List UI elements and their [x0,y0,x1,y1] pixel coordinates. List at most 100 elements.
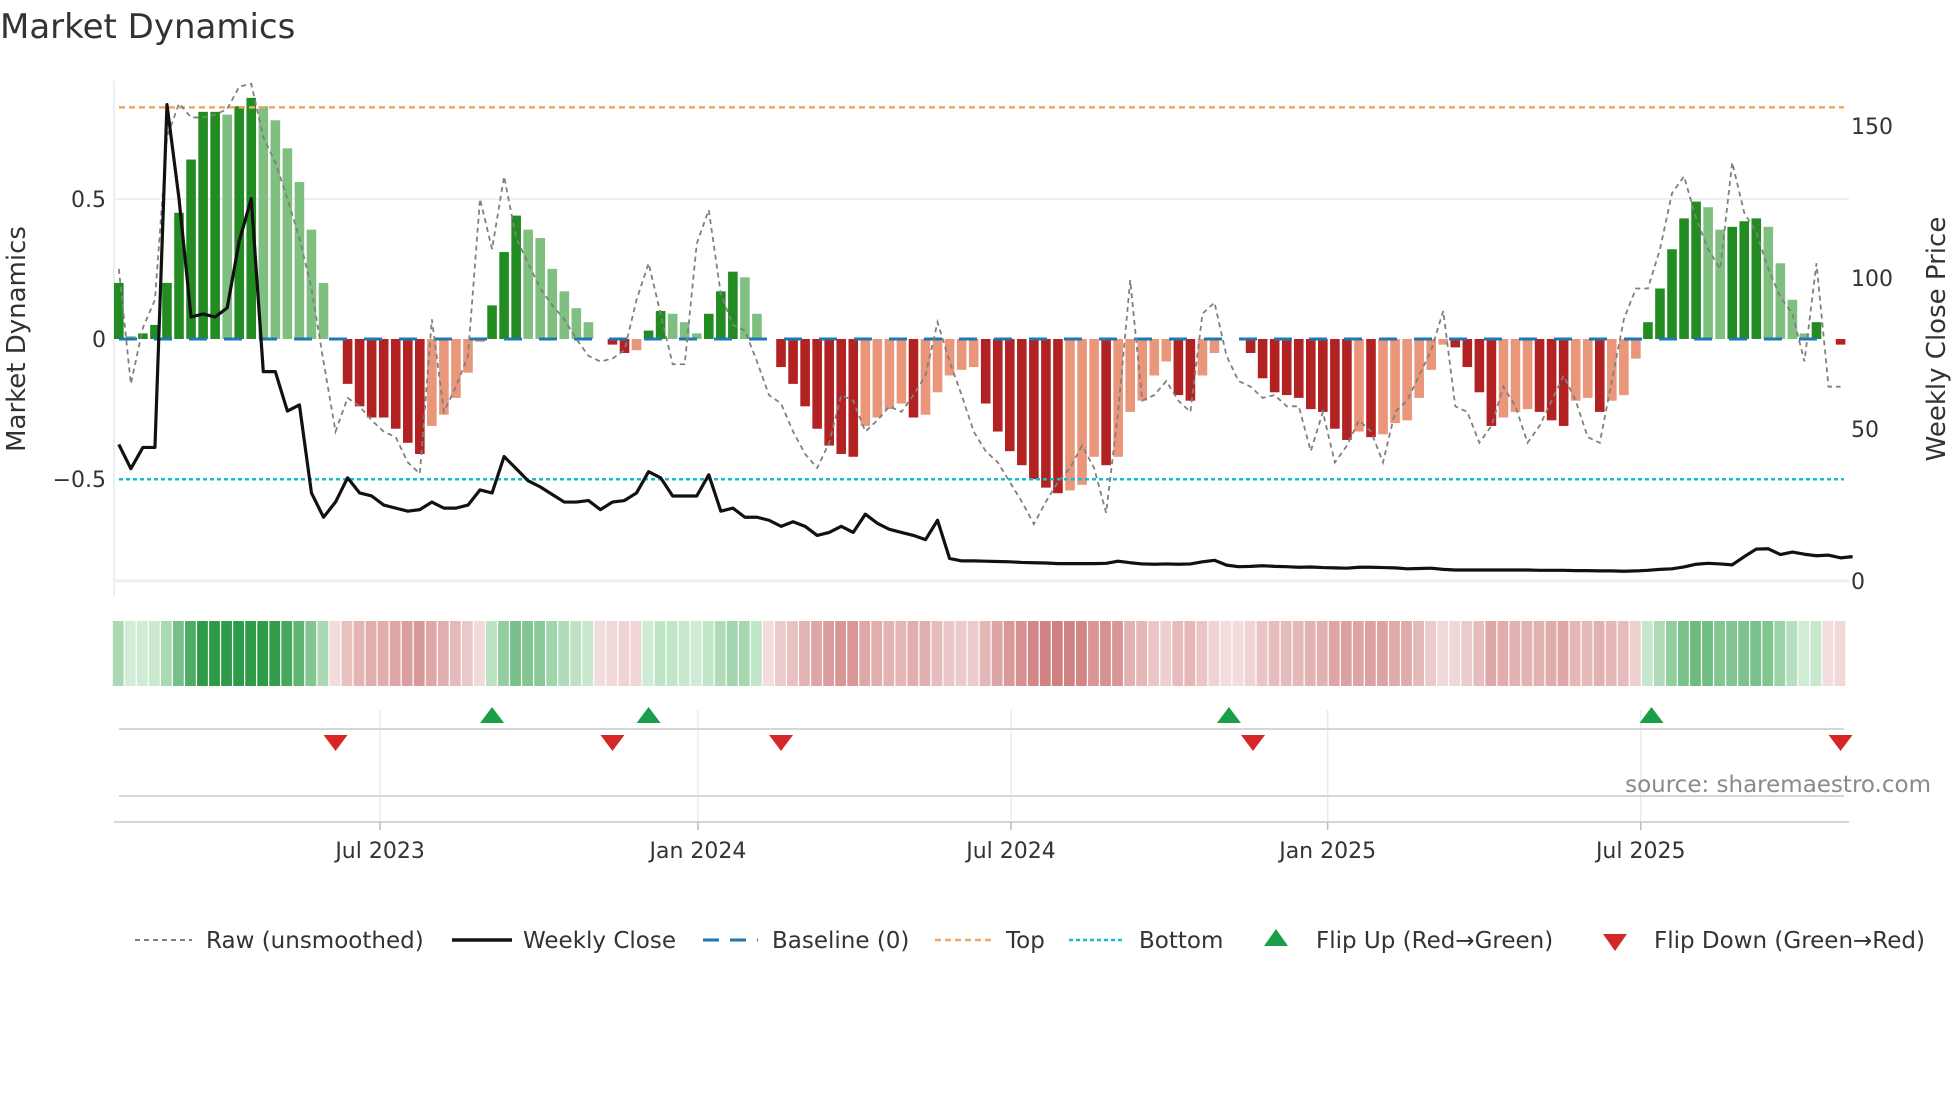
heatmap-cell [702,621,714,686]
heatmap-cell [1690,621,1701,686]
source-label: source: sharemaestro.com [1625,772,1931,798]
heatmap-cell [498,621,509,686]
heatmap-cell [630,621,642,686]
left-axis-ticks: 0.5 0 −0.5 [53,188,106,493]
y2-axis-label: Weekly Close Price [1922,217,1952,462]
heatmap-cell [690,621,702,686]
y2tick-label: 100 [1851,267,1893,292]
dynamics-bar [1763,226,1774,339]
heatmap-cell [714,621,726,686]
dynamics-bar [992,339,1003,432]
heatmap-cell [871,621,883,686]
heatmap-cell [377,621,389,686]
dynamics-bar [294,181,305,339]
heatmap-cell [883,621,895,686]
heatmap-cell [726,621,738,686]
heatmap-cell [136,621,148,686]
dynamics-bar [1679,218,1689,339]
dynamics-bar [667,313,678,339]
heatmap-cell [257,621,269,686]
ytick-label: 0 [92,328,106,353]
heatmap-cell [1545,621,1557,686]
heatmap-cell [1738,621,1750,686]
heatmap-cell [1124,621,1135,686]
dynamics-bar [1667,249,1677,339]
heatmap-cell [148,621,160,686]
legend-close-label: Weekly Close [523,928,676,954]
dynamics-bar [776,339,786,368]
dynamics-bar [631,339,642,351]
heatmap-cell [1389,621,1400,686]
heatmap-cell [1003,621,1015,686]
dynamics-bar [1462,339,1473,368]
heatmap-cell [811,621,822,686]
heatmap-cell [245,621,257,686]
dynamics-bar [1161,339,1172,362]
dynamics-bar [1655,288,1665,339]
heatmap-cell [750,621,762,686]
heatmap-cell [1268,621,1280,686]
heatmap-cell [389,621,401,686]
heatmap-cell [305,621,317,686]
heatmap-cell [1750,621,1762,686]
dynamics-bar [1594,339,1605,412]
heatmap-cell [1714,621,1725,686]
heatmap-cell [425,621,437,686]
ytick-label: −0.5 [53,468,106,493]
heatmap-cell [1112,621,1123,686]
dynamics-bar [619,339,630,354]
dynamics-bar [1029,339,1039,480]
dynamics-bar [728,271,738,339]
xtick-label: Jan 2024 [647,839,746,864]
heatmap-cell [546,621,558,686]
heatmap-cell [859,621,871,686]
heatmap-cell [678,621,690,686]
dynamics-bar [884,339,895,410]
dynamics-bar [908,339,919,418]
xtick-label: Jul 2023 [333,839,425,864]
dynamics-bar [1739,221,1750,339]
dynamics-bar [848,339,859,457]
dynamics-bar [1570,339,1581,401]
heatmap-cell [1497,621,1509,686]
dynamics-bar [354,339,365,407]
heatmap-cell [1461,621,1473,686]
legend-flip-down-label: Flip Down (Green→Red) [1654,928,1925,954]
dynamics-bar [1113,339,1123,457]
heatmap-cell [1641,621,1653,686]
heatmap-cell [1786,621,1798,686]
heatmap-cell [979,621,991,686]
heatmap-cell [642,621,654,686]
dynamics-bar [583,322,594,339]
dynamics-bars [114,97,1846,494]
heatmap-cell [534,621,546,686]
dynamics-bar [1077,339,1087,485]
dynamics-bar [824,339,834,446]
heatmap-cell [413,621,425,686]
dynamics-bar [800,339,810,407]
dynamics-bar [499,252,509,339]
dynamics-bar [162,282,172,339]
dynamics-bar [1245,339,1256,354]
heatmap-cell [1593,621,1605,686]
heatmap-cell [233,621,244,686]
heatmap-cell [1449,621,1461,686]
heatmap-cell [437,621,449,686]
dynamics-bar [1414,339,1424,398]
heatmap-cell [570,621,582,686]
heatmap-cell [895,621,907,686]
dynamics-bar [872,339,883,418]
series-lines [117,82,1853,573]
flip-up-marker [1216,707,1241,723]
heatmap-cell [1702,621,1713,686]
flip-down-marker [1828,735,1853,751]
dynamics-bar [1342,339,1352,440]
dynamics-bar [1089,339,1099,457]
heatmap-cell [1834,621,1846,686]
heatmap-cell [1774,621,1786,686]
heatmap-cell [1328,621,1340,686]
dynamics-bar [535,238,546,339]
dynamics-bar [270,120,281,340]
flip-down-marker [769,735,794,751]
heatmap-cell [1413,621,1424,686]
